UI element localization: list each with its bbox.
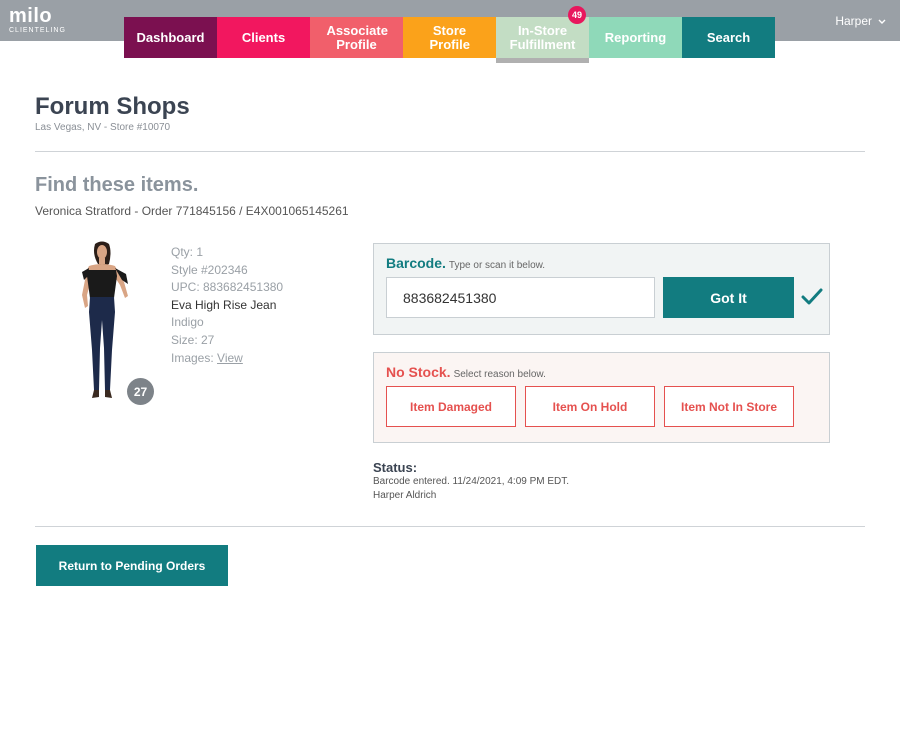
item-name: Eva High Rise Jean — [171, 297, 277, 312]
view-images-link[interactable]: View — [217, 351, 243, 365]
notification-badge: 49 — [568, 6, 586, 24]
barcode-input[interactable] — [386, 277, 655, 318]
tab-label: Associate Profile — [326, 22, 388, 52]
barcode-hint: Type or scan it below. — [448, 260, 546, 271]
tab-label: Search — [706, 29, 751, 45]
user-menu[interactable]: Harper — [835, 14, 886, 28]
user-name: Harper — [835, 14, 872, 28]
item-size: Size: 27 — [171, 332, 215, 347]
tab-label: In-Store Fulfillment — [509, 22, 576, 52]
status-line-2: Harper Aldrich — [373, 490, 437, 501]
page-heading: Find these items. — [35, 174, 199, 196]
barcode-panel: Barcode.Type or scan it below. Got It — [373, 243, 830, 335]
checkmark-icon — [801, 288, 823, 305]
tab-search[interactable]: Search — [682, 17, 775, 58]
logo-text: milo — [9, 5, 53, 27]
item-not-in-store-button[interactable]: Item Not In Store — [664, 386, 794, 427]
product-image — [82, 241, 128, 398]
tab-store-profile[interactable]: Store Profile — [403, 17, 496, 58]
images-label: Images: — [171, 350, 214, 365]
no-stock-panel: No Stock. Select reason below. Item Damag… — [373, 352, 830, 443]
no-stock-title: No Stock. — [386, 364, 451, 380]
tab-dashboard[interactable]: Dashboard — [124, 17, 217, 58]
logo-tagline: CLIENTELING — [9, 27, 66, 34]
no-stock-heading: No Stock. Select reason below. — [386, 364, 546, 380]
tab-reporting[interactable]: Reporting — [589, 17, 682, 58]
item-color: Indigo — [171, 315, 204, 330]
store-location: Las Vegas, NV - Store #10070 — [35, 122, 171, 133]
item-images: Images: View — [171, 350, 283, 368]
tab-clients[interactable]: Clients — [217, 17, 310, 58]
tab-label: Clients — [241, 29, 286, 45]
main-nav: Dashboard Clients Associate Profile Stor… — [124, 6, 775, 63]
tab-in-store-fulfillment[interactable]: In-Store Fulfillment 49 — [496, 6, 589, 63]
store-title: Forum Shops — [35, 93, 190, 120]
tab-label: Dashboard — [136, 29, 205, 45]
divider — [35, 151, 865, 152]
item-details: Qty: 1 Style #202346 UPC: 883682451380 E… — [171, 244, 283, 367]
item-damaged-button[interactable]: Item Damaged — [386, 386, 516, 427]
item-on-hold-button[interactable]: Item On Hold — [525, 386, 655, 427]
status-line-1: Barcode entered. 11/24/2021, 4:09 PM EDT… — [373, 476, 570, 487]
chevron-down-icon — [878, 19, 886, 24]
item-style: Style #202346 — [171, 262, 248, 277]
size-badge: 27 — [127, 378, 154, 405]
item-upc: UPC: 883682451380 — [171, 280, 284, 295]
barcode-title: Barcode. — [386, 255, 446, 271]
item-qty: Qty: 1 — [171, 245, 204, 259]
divider — [35, 526, 865, 527]
milo-logo[interactable]: milo CLIENTELING — [9, 6, 66, 34]
status-title: Status: — [373, 460, 418, 475]
tab-label: Reporting — [604, 29, 667, 45]
order-summary: Veronica Stratford - Order 771845156 / E… — [35, 204, 349, 218]
barcode-heading: Barcode. Type or scan it below. — [386, 255, 545, 271]
no-stock-hint: Select reason below. — [453, 369, 546, 380]
return-to-pending-orders-button[interactable]: Return to Pending Orders — [36, 545, 228, 586]
tab-label: Store Profile — [429, 22, 470, 52]
got-it-button[interactable]: Got It — [663, 277, 794, 318]
tab-associate-profile[interactable]: Associate Profile — [310, 17, 403, 58]
